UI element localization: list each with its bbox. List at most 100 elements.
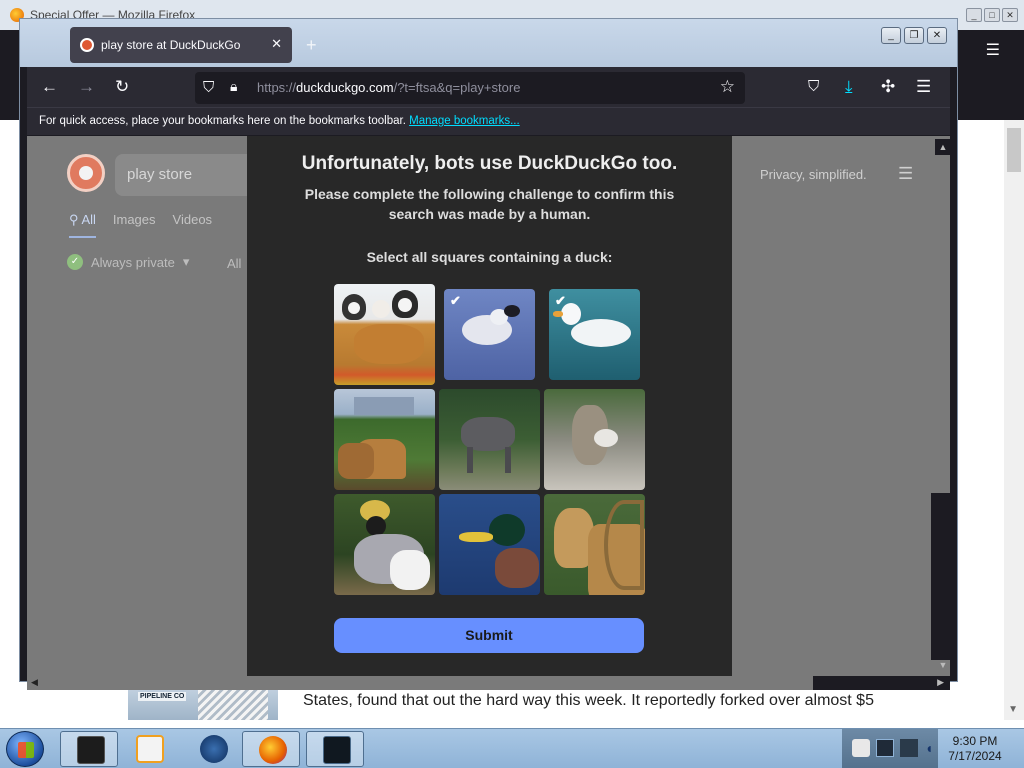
bot-challenge-modal: Unfortunately, bots use DuckDuckGo too. … xyxy=(247,136,732,676)
downloads-icon[interactable]: ⤓ xyxy=(845,77,853,97)
challenge-tile[interactable] xyxy=(334,389,435,490)
bookmarks-message-text: For quick access, place your bookmarks h… xyxy=(39,115,406,127)
gnu-shape xyxy=(461,417,515,451)
tab-images[interactable]: Images xyxy=(113,212,156,238)
gnu-leg xyxy=(505,447,511,473)
close-icon[interactable]: ✕ xyxy=(1002,8,1018,22)
duck-bill xyxy=(553,311,563,317)
page-menu-icon[interactable]: ☰ xyxy=(898,164,913,184)
cat-shape xyxy=(354,324,424,364)
challenge-tile[interactable]: ✔ xyxy=(549,289,640,380)
mallard-bill xyxy=(459,532,493,542)
background-scrollbar[interactable] xyxy=(1004,120,1024,720)
manage-bookmarks-link[interactable]: Manage bookmarks... xyxy=(409,115,520,127)
restore-icon[interactable]: ❐ xyxy=(904,27,924,44)
challenge-tile[interactable] xyxy=(439,389,540,490)
monitor-icon[interactable] xyxy=(876,739,894,757)
windows-logo-icon xyxy=(18,742,34,758)
volume-icon[interactable]: ◖ xyxy=(920,739,938,757)
shield-icon[interactable]: ⛉ xyxy=(203,79,214,96)
display-icon[interactable] xyxy=(900,739,918,757)
clock-time: 9:30 PM xyxy=(952,734,998,748)
tab-duckduckgo[interactable]: play store at DuckDuckGo ✕ xyxy=(70,27,292,63)
url-path: /?t=ftsa&q=play+store xyxy=(393,80,521,95)
taskbar-app-firefox[interactable] xyxy=(242,731,300,767)
star-icon[interactable]: ☆ xyxy=(720,77,735,97)
navigation-toolbar: ← → ↻ ⛉ 🔒︎ https://duckduckgo.com/?t=fts… xyxy=(27,67,950,107)
challenge-subtitle: Please complete the following challenge … xyxy=(304,186,675,222)
taskbar: ◖ 9:30 PM 7/17/2024 xyxy=(0,728,1024,768)
challenge-tile[interactable] xyxy=(544,389,645,490)
clock-date: 7/17/2024 xyxy=(948,749,1002,763)
minimize-icon[interactable]: _ xyxy=(881,27,901,44)
tagline: Privacy, simplified. xyxy=(760,167,867,182)
tray-app-icon[interactable] xyxy=(852,739,870,757)
horizontal-scrollbar[interactable]: ◀ ▶ xyxy=(27,676,950,690)
lock-icon[interactable]: 🔒︎ xyxy=(230,78,237,95)
search-tabs: ⚲ All Images Videos xyxy=(69,212,212,238)
always-private-toggle[interactable]: ✓ Always private ▾ xyxy=(67,254,189,270)
check-circle-icon: ✓ xyxy=(67,254,83,270)
challenge-tile[interactable]: ✔ xyxy=(444,289,535,380)
taskbar-app-media-player[interactable] xyxy=(120,731,178,767)
horizontal-scrollbar-track xyxy=(813,676,950,690)
duckduckgo-logo[interactable] xyxy=(67,154,105,192)
search-input[interactable]: play store xyxy=(115,154,255,196)
region-filter[interactable]: All xyxy=(227,256,241,271)
challenge-tile[interactable] xyxy=(334,284,435,385)
scroll-up-arrow-icon[interactable]: ▲ xyxy=(935,139,951,155)
new-tab-icon[interactable]: + xyxy=(306,35,317,56)
address-bar[interactable]: ⛉ 🔒︎ https://duckduckgo.com/?t=ftsa&q=pl… xyxy=(195,72,745,104)
tab-videos[interactable]: Videos xyxy=(173,212,213,238)
taskbar-app-terminal[interactable] xyxy=(60,731,118,767)
scroll-down-arrow-icon[interactable]: ▼ xyxy=(1008,704,1018,715)
taskbar-app-network[interactable] xyxy=(184,731,242,767)
duck-shape xyxy=(571,319,631,347)
puppy-shape xyxy=(372,300,390,318)
challenge-tile[interactable] xyxy=(544,494,645,595)
background-scrollbar-thumb[interactable] xyxy=(1007,128,1021,172)
window-controls: _ ❐ ✕ xyxy=(881,27,947,44)
gnu-leg xyxy=(467,447,473,473)
puppy-face xyxy=(348,302,360,314)
tab-all-label: All xyxy=(81,212,96,227)
page-scrollbar-track xyxy=(931,493,950,660)
scroll-down-arrow-icon[interactable]: ▼ xyxy=(935,657,951,673)
article-text: States, found that out the hard way this… xyxy=(303,692,874,709)
pocket-icon[interactable]: ⛉ xyxy=(808,77,819,97)
submit-button[interactable]: Submit xyxy=(334,618,644,653)
hamburger-menu-icon[interactable]: ☰ xyxy=(986,40,1000,60)
console-icon xyxy=(323,736,351,764)
challenge-title: Unfortunately, bots use DuckDuckGo too. xyxy=(301,153,678,174)
menu-icon[interactable]: ☰ xyxy=(916,77,931,97)
taskbar-app-console[interactable] xyxy=(306,731,364,767)
challenge-tile[interactable] xyxy=(334,494,435,595)
start-button[interactable] xyxy=(6,731,44,767)
reload-icon[interactable]: ↻ xyxy=(115,77,129,97)
minimize-icon[interactable]: _ xyxy=(966,8,982,22)
system-tray: ◖ xyxy=(842,729,938,768)
maximize-icon[interactable]: □ xyxy=(984,8,1000,22)
background-window-controls: _ □ ✕ xyxy=(966,8,1018,22)
tab-all[interactable]: ⚲ All xyxy=(69,212,96,238)
extensions-icon[interactable]: ✣ xyxy=(881,77,895,97)
frame-arch xyxy=(604,500,644,590)
duckduckgo-logo-face xyxy=(79,166,93,180)
url-prefix: https:// xyxy=(257,80,297,95)
close-icon[interactable]: ✕ xyxy=(927,27,947,44)
scroll-left-arrow-icon[interactable]: ◀ xyxy=(31,677,38,688)
back-icon[interactable]: ← xyxy=(41,77,58,97)
article-image-caption: PIPELINE CO xyxy=(138,692,187,701)
challenge-tile[interactable] xyxy=(439,494,540,595)
crane-wing xyxy=(390,550,430,590)
scroll-right-arrow-icon[interactable]: ▶ xyxy=(937,677,944,688)
url-text[interactable]: https://duckduckgo.com/?t=ftsa&q=play+st… xyxy=(257,80,520,95)
tab-close-icon[interactable]: ✕ xyxy=(271,36,282,52)
tab-title: play store at DuckDuckGo xyxy=(101,38,241,52)
mallard-body xyxy=(495,548,539,588)
system-clock[interactable]: 9:30 PM 7/17/2024 xyxy=(940,734,1010,764)
page-viewport: play store ⚲ All Images Videos ✓ Always … xyxy=(27,136,950,676)
check-icon: ✔ xyxy=(450,293,461,308)
forward-icon[interactable]: → xyxy=(78,77,95,97)
giraffe-shape xyxy=(338,443,374,479)
